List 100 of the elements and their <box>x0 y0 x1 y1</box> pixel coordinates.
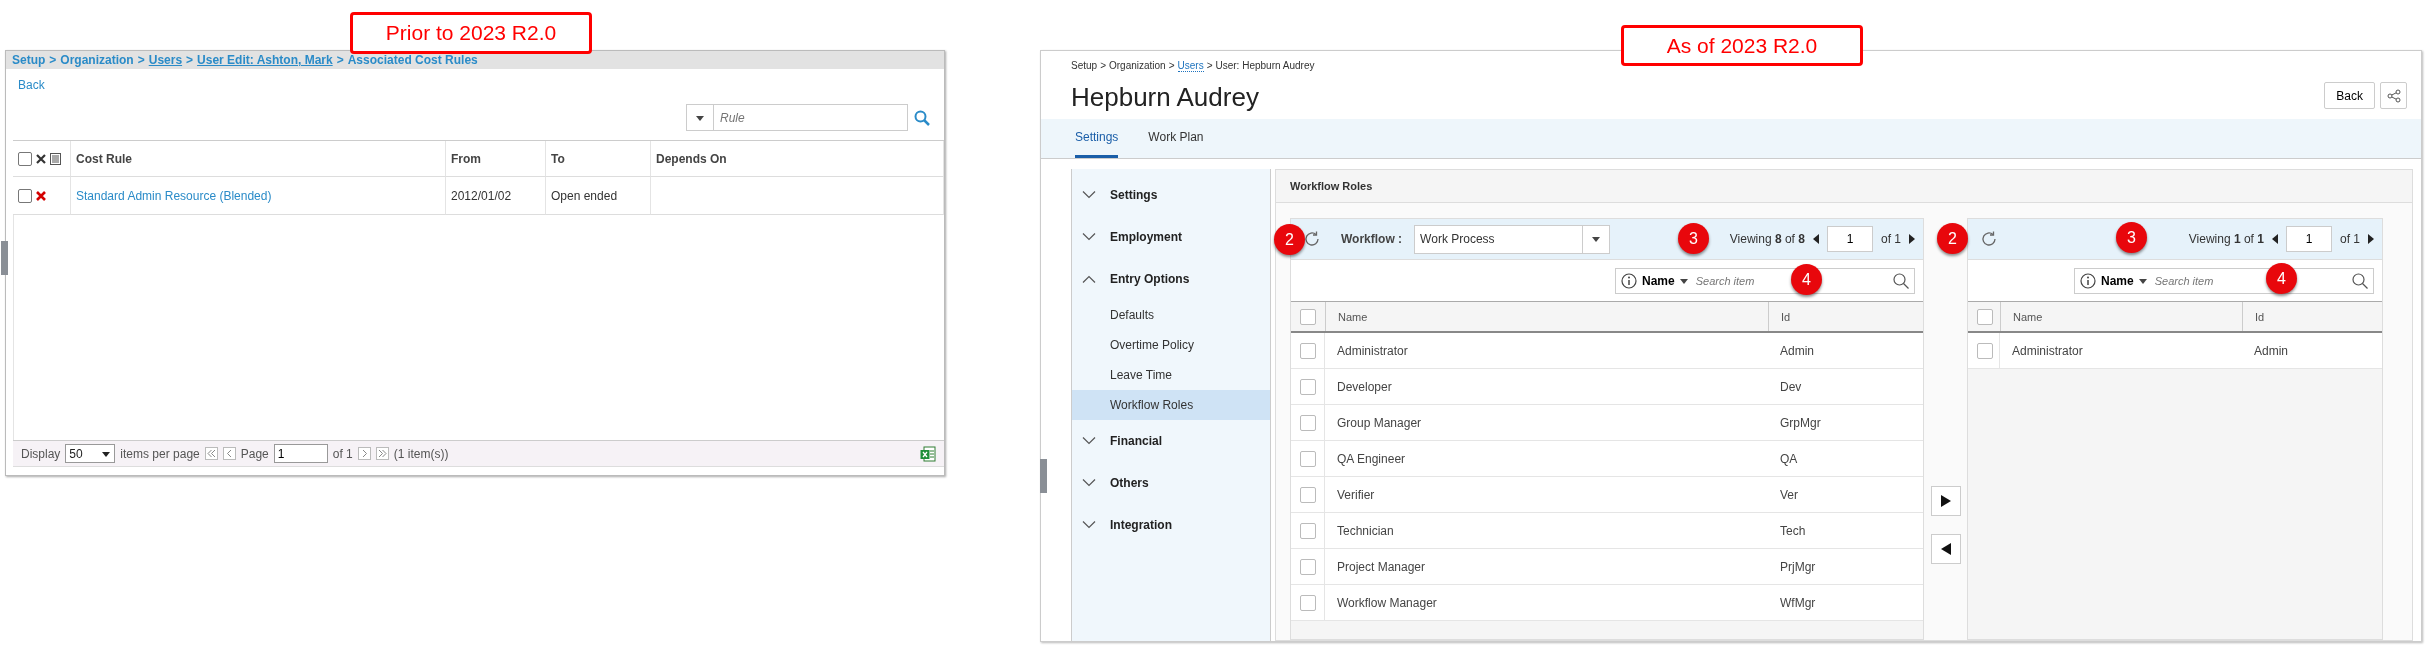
row-checkbox[interactable] <box>1300 558 1316 575</box>
remove-button[interactable] <box>1930 534 1961 564</box>
sidebar-item[interactable]: Entry Options <box>1072 258 1270 300</box>
table-cell-text: Project Manager <box>1336 558 1427 576</box>
sidebar-item[interactable]: Integration <box>1072 504 1270 546</box>
table-cell-text: Developer <box>1336 378 1393 396</box>
double-chevron-icon <box>377 449 387 458</box>
display-label: Display <box>21 446 61 461</box>
sidebar-item[interactable]: Others <box>1072 462 1270 504</box>
tab[interactable]: Work Plan <box>1148 130 1204 158</box>
table-cell-text: Administrator <box>2011 342 2084 360</box>
column-header: Cost Rule <box>71 141 446 177</box>
item-count: (1 item(s)) <box>393 446 449 461</box>
spreadsheet-icon[interactable] <box>920 445 936 462</box>
page-field[interactable]: 1 <box>1827 226 1873 252</box>
table-cell-text: Administrator <box>1336 342 1409 360</box>
breadcrumb-separator: > <box>137 53 145 67</box>
search-icon <box>1893 272 1909 289</box>
select-all-checkbox[interactable] <box>1977 308 1993 325</box>
collapse-handle[interactable] <box>1040 459 1047 493</box>
back-link[interactable]: Back <box>6 69 57 92</box>
chevron-up-icon <box>1082 275 1096 283</box>
page-count: of 1 <box>332 446 353 461</box>
row-checkbox[interactable] <box>1977 342 1993 359</box>
viewing-count: Viewing 1 of 1 <box>2188 232 2264 246</box>
table-cell: 2012/01/02 <box>446 177 546 215</box>
row-checkbox[interactable] <box>18 188 32 203</box>
table-row[interactable]: Project Manager PrjMgr <box>1291 549 1923 585</box>
sidebar-item[interactable]: Settings <box>1072 174 1270 216</box>
table-cell-text: QA <box>1779 450 1799 468</box>
table-cell-text: Group Manager <box>1336 414 1423 432</box>
chevron-down-icon <box>1082 479 1096 487</box>
caret-icon <box>2137 276 2148 285</box>
page-field[interactable]: 1 <box>273 444 328 463</box>
chevron-down-icon <box>1082 437 1096 445</box>
row-checkbox[interactable] <box>1300 378 1316 395</box>
breadcrumb-item: Associated Cost Rules <box>347 53 478 67</box>
page-count: of 1 <box>1881 232 1901 246</box>
sidebar-subitem[interactable]: Leave Time <box>1072 360 1270 390</box>
breadcrumb-separator: > <box>336 53 344 67</box>
page-label: Page <box>240 446 269 461</box>
back-button[interactable]: Back <box>2324 82 2375 109</box>
workflow-label: Workflow : <box>1341 232 1403 246</box>
column-header: To <box>546 141 651 177</box>
row-checkbox[interactable] <box>1300 522 1316 539</box>
previous-page-button[interactable] <box>2272 234 2278 244</box>
chevron-down-icon <box>1082 191 1096 199</box>
row-checkbox[interactable] <box>1300 486 1316 503</box>
refresh-icon[interactable] <box>1303 230 1321 248</box>
column-header: Id <box>2242 302 2382 331</box>
cost-rule-link[interactable]: Standard Admin Resource (Blended) <box>76 188 272 203</box>
previous-page-button[interactable] <box>1813 234 1819 244</box>
share-button[interactable] <box>2380 82 2407 109</box>
last-page-button[interactable] <box>375 447 389 460</box>
first-page-button[interactable] <box>204 447 218 460</box>
workflow-select[interactable]: Work Process <box>1414 224 1611 254</box>
items-per-page-label: items per page <box>120 446 200 461</box>
table-cell-text: WfMgr <box>1779 594 1817 612</box>
number-badge: 2 <box>1937 223 1968 254</box>
filter-field[interactable]: Rule <box>686 104 908 131</box>
table-cell: Open ended <box>546 177 651 215</box>
row-checkbox[interactable] <box>1300 594 1316 611</box>
collapse-handle[interactable] <box>1 241 8 275</box>
table-cell-text: Dev <box>1779 378 1803 396</box>
caret-icon <box>101 449 112 458</box>
tab[interactable]: Settings <box>1075 130 1119 158</box>
table-row[interactable]: Developer Dev <box>1291 369 1923 405</box>
row-checkbox[interactable] <box>1300 342 1316 359</box>
sidebar-subitem[interactable]: Defaults <box>1072 300 1270 330</box>
left-arrow-icon <box>1940 543 1951 555</box>
row-checkbox[interactable] <box>1300 450 1316 467</box>
row-checkbox[interactable] <box>1300 414 1316 431</box>
next-page-button[interactable] <box>1909 234 1915 244</box>
table-row[interactable]: Technician Tech <box>1291 513 1923 549</box>
table-row[interactable]: Verifier Ver <box>1291 477 1923 513</box>
sidebar-subitem[interactable]: Overtime Policy <box>1072 330 1270 360</box>
next-page-button[interactable] <box>2368 234 2374 244</box>
table-row[interactable]: QA Engineer QA <box>1291 441 1923 477</box>
add-button[interactable] <box>1930 486 1961 516</box>
table-row[interactable]: Administrator Admin <box>1968 333 2382 369</box>
select-all-checkbox[interactable] <box>1300 308 1316 325</box>
per-page-select[interactable]: 50 <box>65 444 116 463</box>
refresh-icon[interactable] <box>1980 230 1998 248</box>
table-row[interactable]: Administrator Admin <box>1291 333 1923 369</box>
table-row[interactable]: Workflow Manager WfMgr <box>1291 585 1923 621</box>
breadcrumb-separator: > <box>1206 60 1213 72</box>
page-field[interactable]: 1 <box>2286 226 2332 252</box>
delete-icon[interactable] <box>35 189 47 202</box>
breadcrumb-separator: > <box>186 53 194 67</box>
sidebar-item[interactable]: Financial <box>1072 420 1270 462</box>
select-all-checkbox[interactable] <box>18 151 32 166</box>
breadcrumb-link[interactable]: Users <box>1177 60 1204 72</box>
table-row[interactable]: Group Manager GrpMgr <box>1291 405 1923 441</box>
table-cell-text: Ver <box>1779 486 1799 504</box>
table-cell-text: Tech <box>1779 522 1807 540</box>
sidebar-item[interactable]: Employment <box>1072 216 1270 258</box>
callout-label: Prior to 2023 R2.0 <box>350 12 592 54</box>
list-icon <box>50 152 61 165</box>
sidebar-subitem[interactable]: Workflow Roles <box>1072 390 1270 420</box>
info-icon <box>1621 272 1637 289</box>
